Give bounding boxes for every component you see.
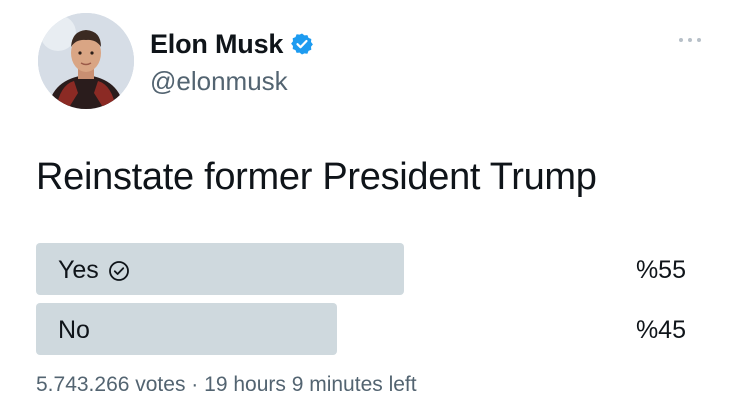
poll-option-yes: Yes %55: [36, 243, 686, 295]
author-block: Elon Musk @elonmusk: [150, 26, 314, 97]
time-left: 19 hours 9 minutes left: [204, 373, 417, 396]
more-options-icon[interactable]: [678, 28, 702, 49]
tweet-text: Reinstate former President Trump: [36, 156, 597, 198]
vote-count: 5.743.266 votes: [36, 373, 186, 396]
poll-option-label: Yes: [58, 256, 130, 285]
avatar[interactable]: [38, 13, 134, 109]
verified-badge-icon: [290, 32, 314, 56]
handle[interactable]: @elonmusk: [150, 66, 314, 97]
poll-option-percent: %55: [635, 256, 686, 284]
display-name[interactable]: Elon Musk: [150, 29, 283, 60]
meta-separator: ·: [191, 373, 199, 396]
check-circle-icon: [108, 260, 130, 282]
poll-meta: 5.743.266 votes · 19 hours 9 minutes lef…: [36, 373, 417, 397]
tweet-card: Elon Musk @elonmusk Reinstate former Pre…: [0, 0, 740, 417]
poll-option-label: No: [58, 316, 90, 345]
avatar-photo: [38, 13, 134, 109]
poll-option-text: Yes: [58, 256, 99, 284]
poll-option-no: No %45: [36, 303, 686, 355]
poll-option-text: No: [58, 316, 90, 344]
name-row: Elon Musk: [150, 26, 314, 62]
poll-option-percent: %45: [635, 316, 686, 344]
